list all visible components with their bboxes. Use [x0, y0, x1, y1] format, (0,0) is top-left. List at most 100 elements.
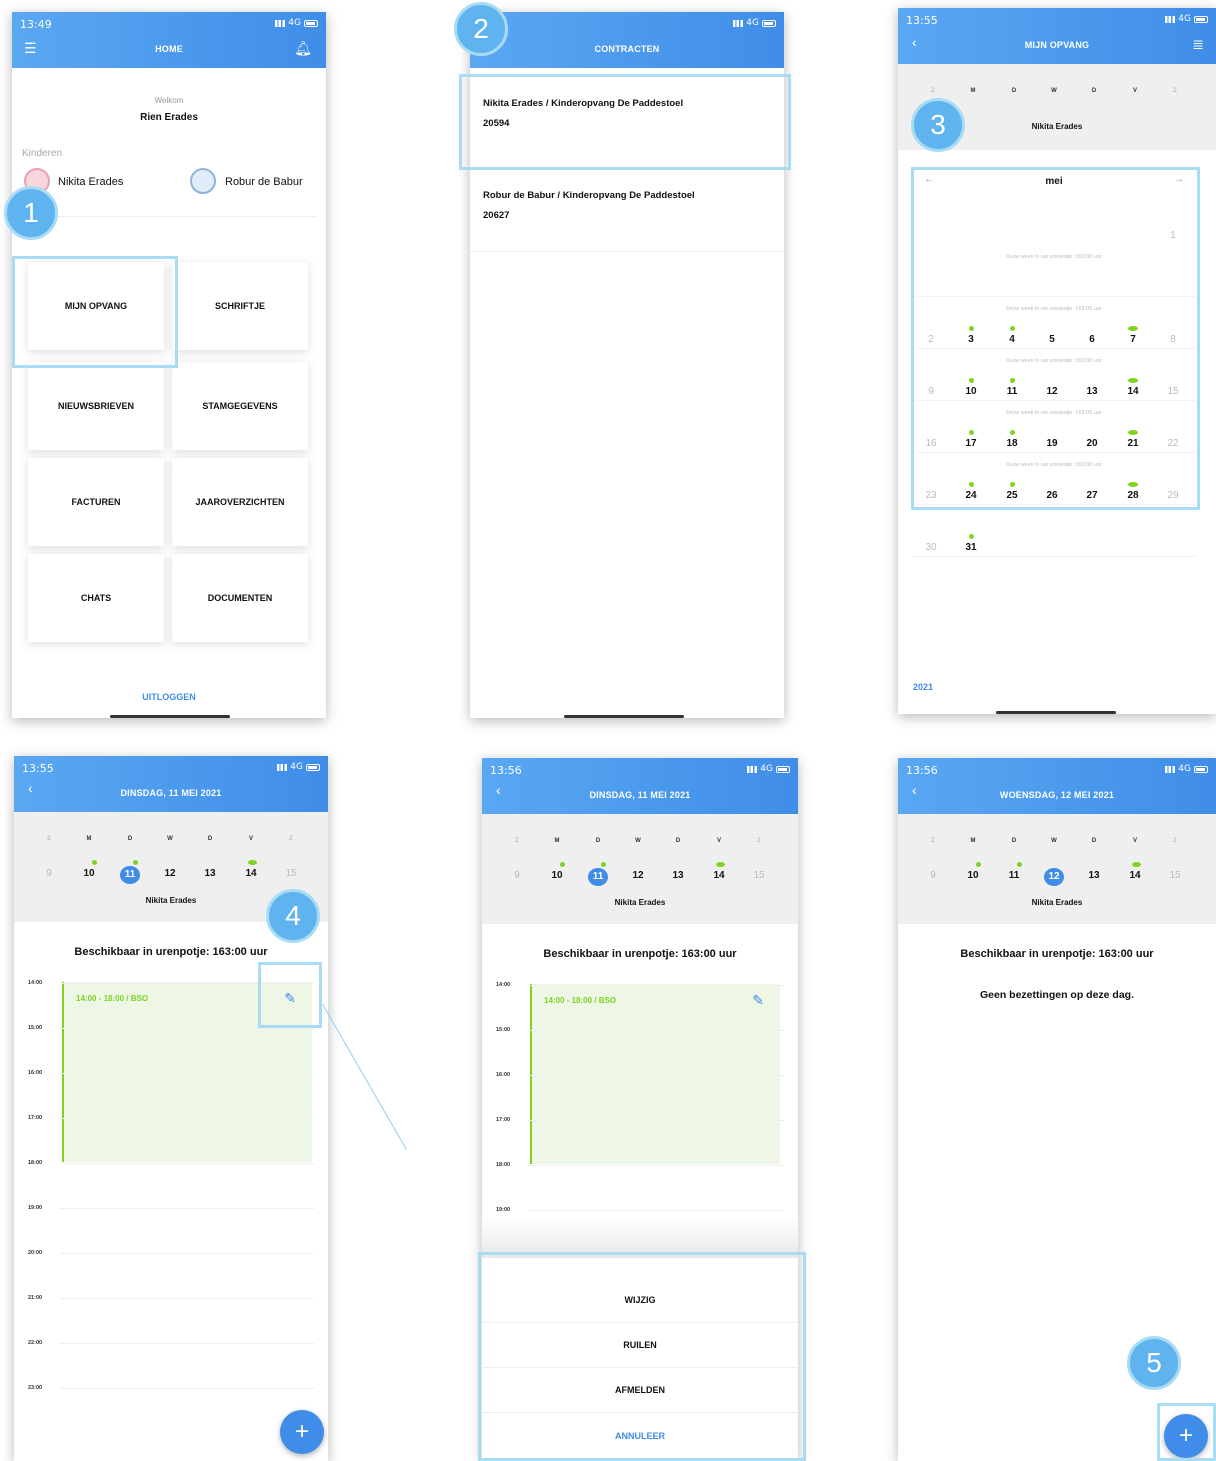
child-avatar-icon: [190, 168, 216, 194]
booking-label: 14:00 - 18:00 / BSO: [544, 996, 617, 1005]
weekday: Z: [1173, 88, 1177, 94]
logout-link[interactable]: UITLOGGEN: [12, 692, 326, 702]
page-title: WOENSDAG, 12 MEI 2021: [999, 790, 1115, 800]
hour-label: 23:00: [28, 1385, 43, 1391]
week-date[interactable]: 15: [749, 870, 769, 881]
available-hours: Beschikbaar in urenpotje: 163:00 uur: [74, 946, 268, 958]
week-date[interactable]: 15: [281, 868, 301, 879]
list-icon[interactable]: ≣: [1192, 36, 1204, 53]
week-date[interactable]: 12: [1044, 868, 1064, 886]
screen-day-detail: 13:55 4G ‹ DINSDAG, 11 MEI 2021 Z 9 M 10 D 11…: [14, 756, 328, 1461]
weekday: Z: [47, 836, 51, 842]
header-bar: 13:56 4G ‹ DINSDAG, 11 MEI 2021: [482, 758, 798, 814]
highlight-contract: [459, 74, 791, 170]
page-title: CONTRACTEN: [594, 44, 660, 54]
week-divider: [912, 556, 1196, 557]
tile-documenten[interactable]: DOCUMENTEN: [172, 554, 308, 642]
highlight-action-sheet: [478, 1252, 806, 1461]
kids-label: Kinderen: [22, 148, 63, 159]
home-indicator: [996, 711, 1116, 714]
edit-icon[interactable]: ✎: [752, 992, 764, 1009]
tile-facturen[interactable]: FACTUREN: [28, 458, 164, 546]
calendar-day[interactable]: 30: [920, 542, 942, 553]
weekday: W: [1051, 838, 1057, 844]
available-hours: Beschikbaar in urenpotje: 163:00 uur: [543, 948, 737, 960]
weekday: D: [1011, 838, 1017, 844]
bell-icon[interactable]: 🔔︎: [294, 40, 312, 57]
hour-label: 16:00: [496, 1072, 511, 1078]
tile-stamgegevens[interactable]: STAMGEGEVENS: [172, 362, 308, 450]
weekday: W: [167, 836, 173, 842]
week-date[interactable]: 13: [200, 868, 220, 879]
booking-dot: [601, 862, 606, 867]
tile-schriftje[interactable]: SCHRIFTJE: [172, 262, 308, 350]
week-date[interactable]: 11: [1004, 870, 1024, 881]
week-date[interactable]: 10: [547, 870, 567, 881]
week-date[interactable]: 9: [923, 870, 943, 881]
week-date[interactable]: 13: [668, 870, 688, 881]
week-date[interactable]: 10: [963, 870, 983, 881]
highlight-add: [1157, 1403, 1216, 1461]
week-date[interactable]: 11: [588, 868, 608, 886]
hour-label: 20:00: [28, 1250, 43, 1256]
child-name-2[interactable]: Robur de Babur: [225, 176, 303, 188]
header-bar: 13:49 4G ☰ HOME 🔔︎: [12, 12, 326, 68]
weekday: Z: [515, 838, 519, 844]
weekday: D: [1091, 838, 1097, 844]
hour-label: 16:00: [28, 1070, 43, 1076]
empty-message: Geen bezettingen op deze dag.: [979, 989, 1135, 1001]
week-date[interactable]: 15: [1165, 870, 1185, 881]
weekday: Z: [931, 838, 935, 844]
week-strip: Z 9 M 10 D 11 W 12 D 13 V 14 Z 15: [482, 814, 798, 924]
week-date[interactable]: 14: [709, 870, 729, 881]
week-date[interactable]: 14: [1125, 870, 1145, 881]
child-name-1[interactable]: Nikita Erades: [58, 176, 123, 188]
status-icons: 4G: [1165, 14, 1208, 24]
weekday: W: [1051, 88, 1057, 94]
year-label[interactable]: 2021: [913, 682, 933, 692]
tile-nieuwsbrieven[interactable]: NIEUWSBRIEVEN: [28, 362, 164, 450]
week-date[interactable]: 13: [1084, 870, 1104, 881]
weekday: Z: [757, 838, 761, 844]
weekday: D: [1011, 88, 1017, 94]
week-date[interactable]: 11: [120, 866, 140, 884]
step-badge: 5: [1127, 1336, 1181, 1390]
weekday: Z: [1173, 838, 1177, 844]
booking-block[interactable]: 14:00 - 18:00 / BSO ✎: [530, 984, 780, 1164]
week-date[interactable]: 12: [628, 870, 648, 881]
welcome-text: Welkom: [154, 96, 184, 105]
calendar-day[interactable]: 31: [960, 542, 982, 553]
weekday: M: [970, 88, 976, 94]
hour-label: 14:00: [28, 980, 43, 986]
weekday: Z: [289, 836, 293, 842]
add-button[interactable]: +: [280, 1410, 324, 1454]
week-date[interactable]: 9: [507, 870, 527, 881]
contract-item[interactable]: Robur de Babur / Kinderopvang De Paddest…: [470, 170, 784, 252]
page-title: MIJN OPVANG: [1024, 40, 1090, 50]
page-title: DINSDAG, 11 MEI 2021: [589, 790, 691, 800]
weekday: D: [127, 836, 133, 842]
step-badge: 3: [911, 98, 965, 152]
week-date[interactable]: 14: [241, 868, 261, 879]
home-indicator: [564, 715, 684, 718]
weekday: W: [635, 838, 641, 844]
hour-label: 22:00: [28, 1340, 43, 1346]
header-bar: 13:56 4G ‹ WOENSDAG, 12 MEI 2021: [898, 758, 1216, 814]
week-date[interactable]: 9: [39, 868, 59, 879]
week-date[interactable]: 12: [160, 868, 180, 879]
user-name: Rien Erades: [140, 112, 198, 123]
tile-jaaroverzichten[interactable]: JAAROVERZICHTEN: [172, 458, 308, 546]
step-badge: 1: [4, 186, 58, 240]
booking-dot: [969, 534, 974, 539]
hour-line: [528, 1165, 784, 1166]
booking-dot: [560, 862, 565, 867]
hour-line: [60, 1298, 314, 1299]
tile-chats[interactable]: CHATS: [28, 554, 164, 642]
weekday: V: [1132, 838, 1137, 844]
hour-line: [60, 1208, 314, 1209]
step-badge: 2: [454, 2, 508, 56]
week-date[interactable]: 10: [79, 868, 99, 879]
status-icons: 4G: [747, 764, 790, 774]
hour-line: [60, 1388, 314, 1389]
divider: [22, 216, 316, 217]
